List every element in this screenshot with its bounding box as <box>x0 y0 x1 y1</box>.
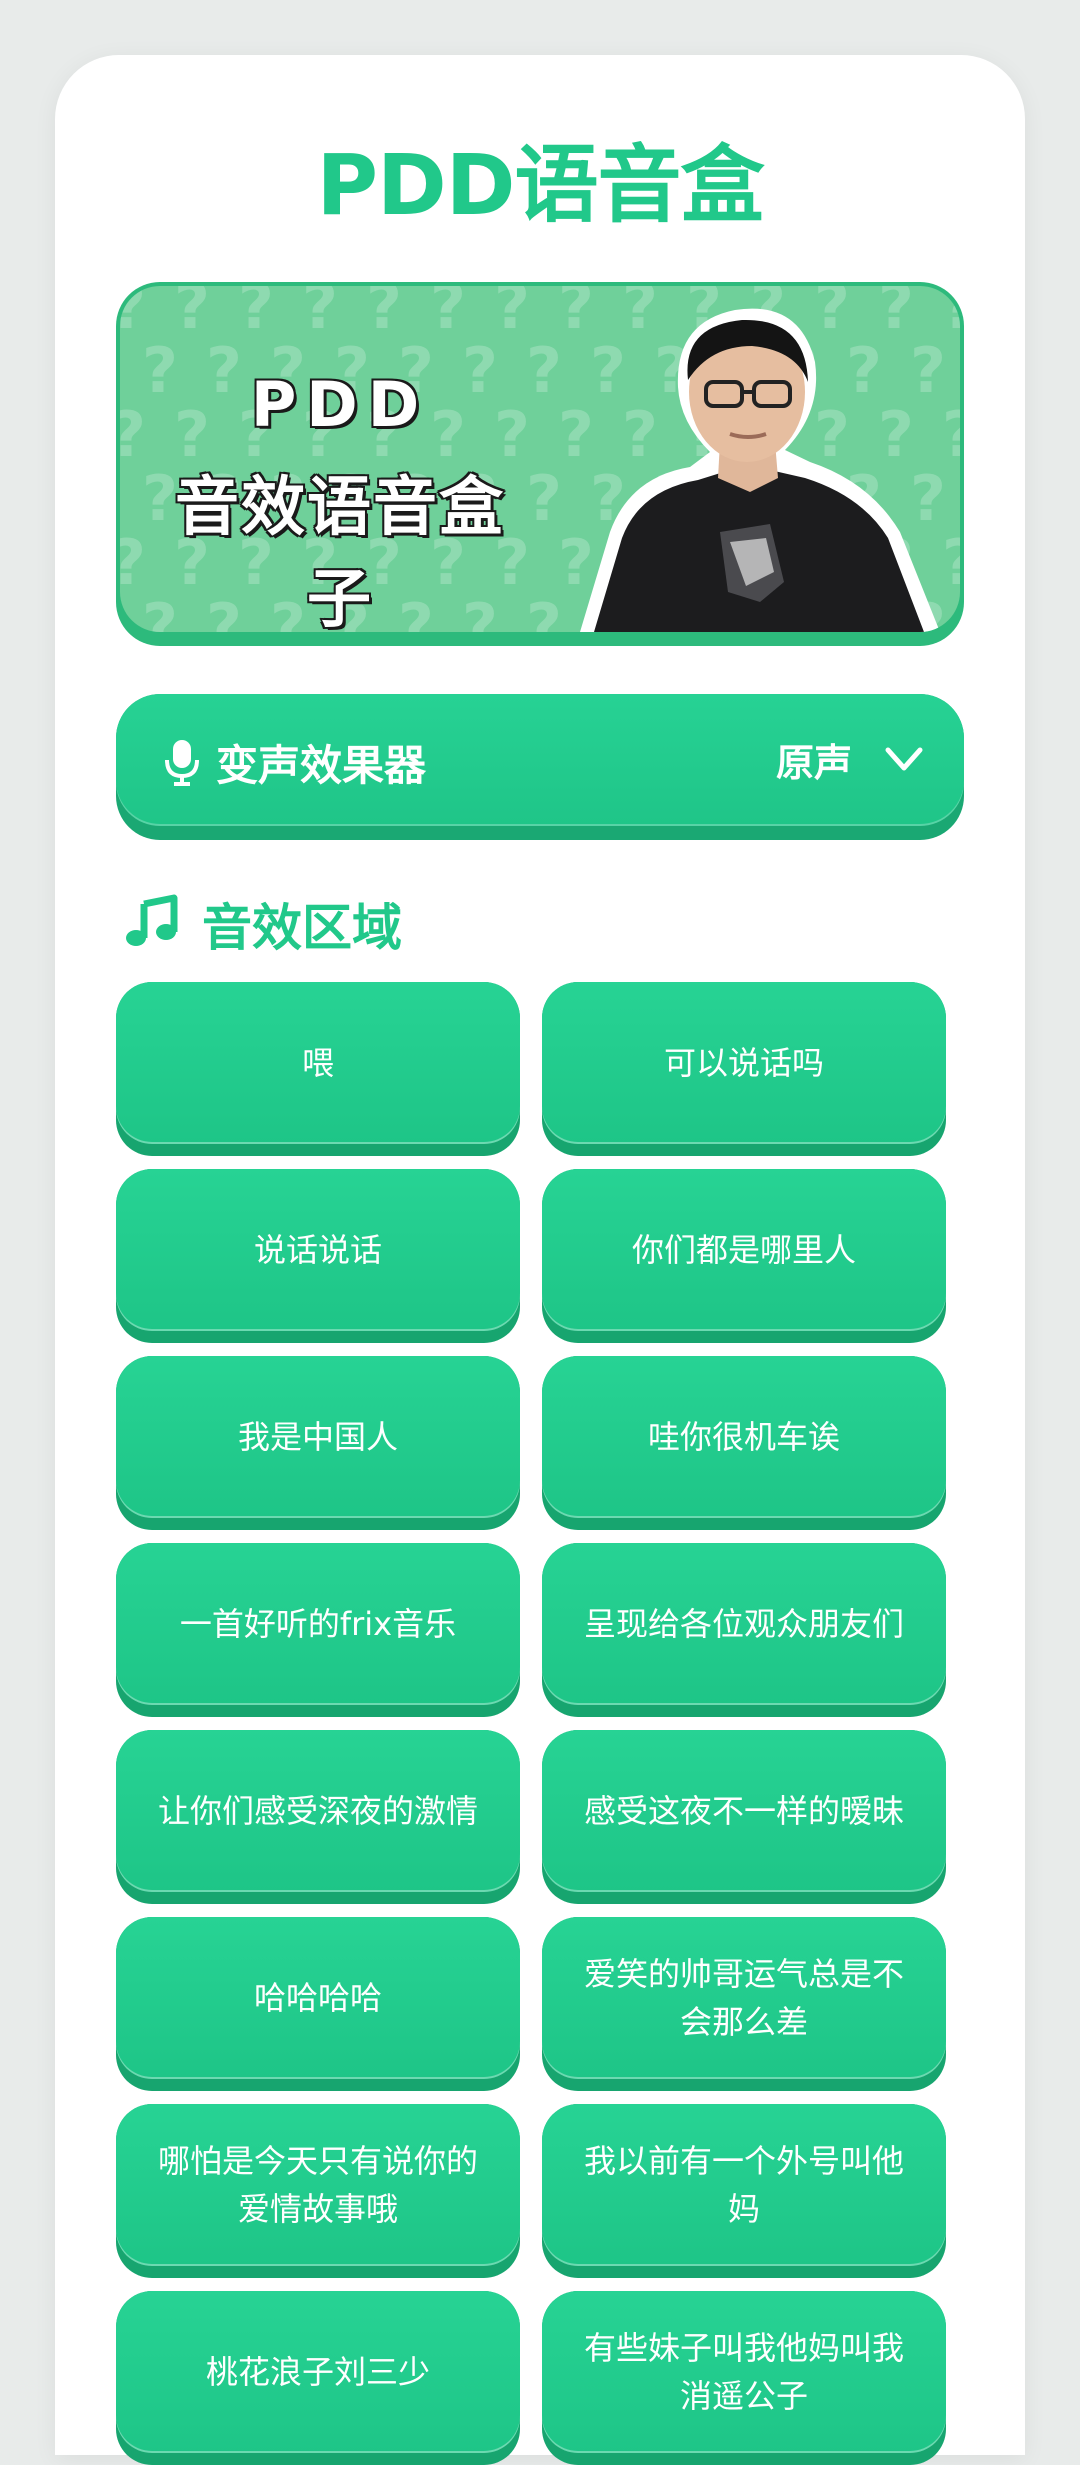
voice-changer-dropdown[interactable]: 变声效果器 原声 <box>116 694 964 840</box>
music-note-icon <box>126 894 178 946</box>
sound-button[interactable]: 呈现给各位观众朋友们 <box>542 1543 946 1717</box>
section-title: 音效区域 <box>202 899 402 957</box>
sound-button[interactable]: 哈哈哈哈 <box>116 1917 520 2091</box>
sound-button-face[interactable]: 喂 <box>116 982 520 1144</box>
page-title: PDD语音盒 <box>316 136 764 234</box>
sound-button[interactable]: 让你们感受深夜的激情 <box>116 1730 520 1904</box>
question-mark-decoration: ? <box>526 590 562 632</box>
sound-button[interactable]: 一首好听的frix音乐 <box>116 1543 520 1717</box>
sound-button-face[interactable]: 可以说话吗 <box>542 982 946 1144</box>
question-mark-decoration: ? <box>238 286 274 343</box>
sound-button-face[interactable]: 让你们感受深夜的激情 <box>116 1730 520 1892</box>
sound-button[interactable]: 我以前有一个外号叫他妈 <box>542 2104 946 2278</box>
sound-button-face[interactable]: 说话说话 <box>116 1169 520 1331</box>
question-mark-decoration: ? <box>174 286 210 343</box>
voice-changer-label: 变声效果器 <box>216 741 427 790</box>
sound-button-face[interactable]: 你们都是哪里人 <box>542 1169 946 1331</box>
banner-image: ????????????????????????????????????????… <box>120 286 960 632</box>
sound-button-label: 有些妹子叫我他妈叫我消遥公子 <box>583 2329 904 2415</box>
sound-button-label: 爱笑的帅哥运气总是不会那么差 <box>583 1955 904 2041</box>
sound-button-face[interactable]: 有些妹子叫我他妈叫我消遥公子 <box>542 2291 946 2453</box>
sound-button-label: 一首好听的frix音乐 <box>179 1605 457 1643</box>
sound-button-label: 喂 <box>301 1044 334 1082</box>
sound-button-face[interactable]: 桃花浪子刘三少 <box>116 2291 520 2453</box>
sound-button-face[interactable]: 我以前有一个外号叫他妈 <box>542 2104 946 2266</box>
question-mark-decoration: ? <box>366 286 402 343</box>
sound-button-face[interactable]: 爱笑的帅哥运气总是不会那么差 <box>542 1917 946 2079</box>
question-mark-decoration: ? <box>120 398 146 471</box>
question-mark-decoration: ? <box>526 334 562 407</box>
sound-button[interactable]: 你们都是哪里人 <box>542 1169 946 1343</box>
sound-button-label: 我是中国人 <box>237 1418 398 1456</box>
sound-button-label: 你们都是哪里人 <box>631 1231 856 1269</box>
sound-button[interactable]: 喂 <box>116 982 520 1156</box>
sound-button[interactable]: 有些妹子叫我他妈叫我消遥公子 <box>542 2291 946 2465</box>
sound-button-label: 感受这夜不一样的暧昧 <box>583 1792 904 1830</box>
question-mark-decoration: ? <box>494 286 530 343</box>
question-mark-decoration: ? <box>302 286 338 343</box>
sound-button-face[interactable]: 感受这夜不一样的暧昧 <box>542 1730 946 1892</box>
sound-button-face[interactable]: 哇你很机车诶 <box>542 1356 946 1518</box>
sound-button[interactable]: 爱笑的帅哥运气总是不会那么差 <box>542 1917 946 2091</box>
banner: ????????????????????????????????????????… <box>116 282 964 646</box>
sound-button[interactable]: 说话说话 <box>116 1169 520 1343</box>
sound-button-face[interactable]: 我是中国人 <box>116 1356 520 1518</box>
sound-button[interactable]: 桃花浪子刘三少 <box>116 2291 520 2465</box>
sound-button-face[interactable]: 呈现给各位观众朋友们 <box>542 1543 946 1705</box>
sound-button-face[interactable]: 哪怕是今天只有说你的爱情故事哦 <box>116 2104 520 2266</box>
sound-button-label: 桃花浪子刘三少 <box>205 2353 430 2391</box>
sound-button-label: 我以前有一个外号叫他妈 <box>583 2142 904 2228</box>
banner-subtitle: 音效语音盒子 <box>174 470 505 633</box>
sound-button-label: 可以说话吗 <box>663 1044 824 1082</box>
question-mark-decoration: ? <box>526 462 562 535</box>
sound-button[interactable]: 哇你很机车诶 <box>542 1356 946 1530</box>
sound-button-face[interactable]: 哈哈哈哈 <box>116 1917 520 2079</box>
sound-button[interactable]: 我是中国人 <box>116 1356 520 1530</box>
sound-button-label: 让你们感受深夜的激情 <box>157 1792 478 1830</box>
microphone-icon <box>165 740 199 786</box>
sound-button-label: 哈哈哈哈 <box>253 1979 382 2017</box>
voice-changer-face[interactable]: 变声效果器 原声 <box>116 694 964 826</box>
sound-button-face[interactable]: 一首好听的frix音乐 <box>116 1543 520 1705</box>
sound-button-label: 说话说话 <box>253 1231 382 1269</box>
sound-button-label: 哇你很机车诶 <box>647 1418 840 1456</box>
question-mark-decoration: ? <box>430 286 466 343</box>
sound-button[interactable]: 可以说话吗 <box>542 982 946 1156</box>
portrait-illustration <box>580 308 940 632</box>
voice-changer-value: 原声 <box>775 741 852 785</box>
sound-button[interactable]: 哪怕是今天只有说你的爱情故事哦 <box>116 2104 520 2278</box>
banner-title: PDD <box>249 367 430 443</box>
sound-button-label: 呈现给各位观众朋友们 <box>583 1605 904 1643</box>
sound-button-label: 哪怕是今天只有说你的爱情故事哦 <box>157 2142 478 2228</box>
chevron-down-icon <box>885 747 923 771</box>
sound-button[interactable]: 感受这夜不一样的暧昧 <box>542 1730 946 1904</box>
question-mark-decoration: ? <box>120 526 146 599</box>
